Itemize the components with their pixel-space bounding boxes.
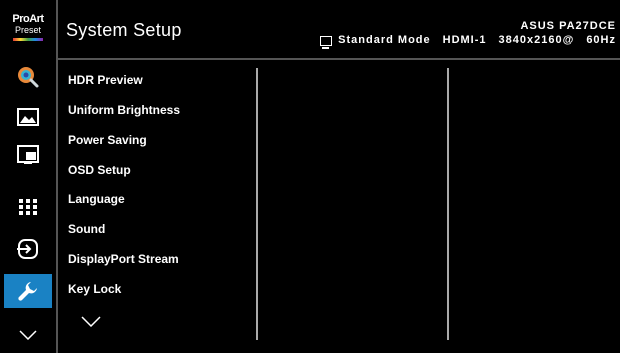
menu-scroll-down[interactable] bbox=[81, 314, 101, 332]
mode-label: Standard Mode bbox=[338, 34, 431, 46]
column-divider-2 bbox=[447, 68, 449, 340]
menu-item-key-lock[interactable]: Key Lock bbox=[68, 281, 121, 297]
resolution-label: 3840x2160@ bbox=[498, 34, 575, 46]
menu-item-sound[interactable]: Sound bbox=[68, 221, 105, 237]
input-label: HDMI-1 bbox=[442, 34, 487, 46]
logo-line2: Preset bbox=[14, 25, 41, 35]
chevron-down-icon bbox=[19, 330, 37, 340]
chevron-down-icon bbox=[81, 316, 101, 328]
pip-icon bbox=[17, 145, 39, 164]
wrench-icon bbox=[18, 282, 37, 301]
refresh-label: 60Hz bbox=[586, 34, 616, 46]
logo-stripe bbox=[13, 38, 43, 41]
header: System Setup ASUS PA27DCE Standard Mode … bbox=[58, 0, 620, 58]
menu-item-displayport-stream[interactable]: DisplayPort Stream bbox=[68, 251, 179, 267]
column-divider-1 bbox=[256, 68, 258, 340]
grid-icon bbox=[19, 199, 37, 215]
sidebar-item-color[interactable] bbox=[4, 60, 52, 94]
sidebar-item-pip[interactable] bbox=[4, 138, 52, 172]
sidebar-item-input[interactable] bbox=[4, 232, 52, 266]
palette-icon bbox=[18, 67, 39, 88]
menu-item-power-saving[interactable]: Power Saving bbox=[68, 132, 147, 148]
status-bar: Standard Mode HDMI-1 3840x2160@ 60Hz bbox=[320, 34, 616, 49]
menu-list: HDR Preview Uniform Brightness Power Sav… bbox=[68, 60, 253, 353]
sidebar-item-grid[interactable] bbox=[4, 190, 52, 224]
menu-item-osd-setup[interactable]: OSD Setup bbox=[68, 162, 131, 178]
page-title: System Setup bbox=[66, 20, 182, 40]
menu-item-hdr-preview[interactable]: HDR Preview bbox=[68, 72, 143, 88]
image-icon bbox=[17, 108, 39, 126]
sidebar-item-system-setup[interactable] bbox=[4, 274, 52, 308]
sidebar-scroll-down[interactable] bbox=[4, 318, 52, 352]
model-name: ASUS PA27DCE bbox=[520, 20, 616, 32]
menu-item-language[interactable]: Language bbox=[68, 191, 125, 207]
monitor-icon bbox=[320, 36, 333, 49]
menu-item-uniform-brightness[interactable]: Uniform Brightness bbox=[68, 102, 180, 118]
logo-line1: ProArt bbox=[12, 13, 44, 25]
input-icon bbox=[17, 239, 38, 259]
proart-preset-logo[interactable]: ProArt Preset bbox=[6, 14, 50, 50]
osd-window: ProArt Preset System Setup ASUS PA27DCE … bbox=[0, 0, 620, 353]
sidebar: ProArt Preset bbox=[0, 0, 56, 353]
sidebar-item-image[interactable] bbox=[4, 100, 52, 134]
